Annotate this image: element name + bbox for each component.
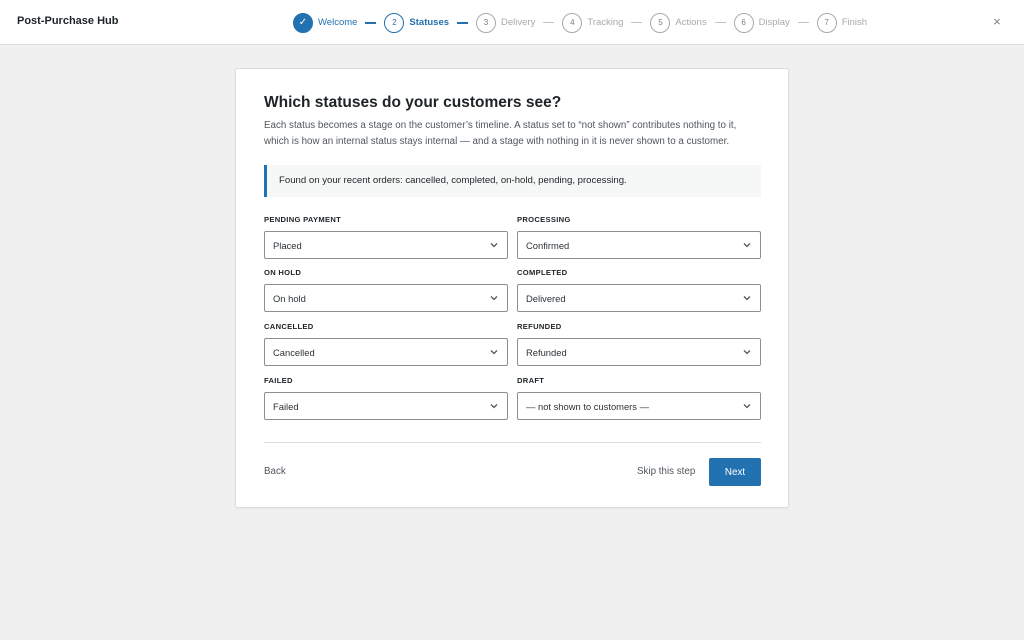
step-delivery[interactable]: 3 Delivery [476, 12, 536, 33]
step-number: 6 [733, 12, 754, 33]
field-pending-payment: PENDING PAYMENT Placed [264, 215, 508, 259]
chevron-down-icon [743, 296, 751, 301]
step-actions[interactable]: 5 Actions [650, 12, 707, 33]
step-label: Display [758, 17, 790, 28]
chevron-down-icon [743, 243, 751, 248]
pending-payment-select[interactable]: Placed [264, 231, 508, 259]
select-value: Failed [273, 401, 299, 412]
draft-select[interactable]: — not shown to customers — [517, 392, 761, 420]
step-label: Actions [675, 17, 707, 28]
field-label: FAILED [264, 376, 293, 385]
step-tracking[interactable]: 4 Tracking [562, 12, 624, 33]
step-label: Welcome [318, 17, 358, 28]
select-value: — not shown to customers — [526, 401, 649, 412]
step-connector [797, 22, 809, 23]
step-number: 2 [384, 12, 405, 33]
divider [264, 442, 761, 443]
step-connector [631, 22, 643, 23]
field-label: ON HOLD [264, 268, 302, 277]
select-value: Delivered [526, 293, 566, 304]
field-label: DRAFT [517, 376, 545, 385]
field-completed: COMPLETED Delivered [517, 268, 761, 312]
step-label: Statuses [409, 17, 450, 28]
field-label: REFUNDED [517, 322, 562, 331]
field-label: COMPLETED [517, 268, 568, 277]
step-number: 5 [650, 12, 671, 33]
chevron-down-icon [743, 404, 751, 409]
checkmark-icon: ✓ [293, 12, 313, 33]
step-label: Tracking [587, 17, 624, 28]
step-statuses[interactable]: 2 Statuses [384, 12, 450, 33]
chevron-down-icon [490, 296, 498, 301]
failed-select[interactable]: Failed [264, 392, 508, 420]
field-draft: DRAFT — not shown to customers — [517, 376, 761, 420]
step-number: 4 [562, 12, 583, 33]
step-display[interactable]: 6 Display [733, 12, 790, 33]
field-label: PROCESSING [517, 215, 571, 224]
found-statuses-notice: Found on your recent orders: cancelled, … [264, 165, 761, 197]
chevron-down-icon [490, 404, 498, 409]
select-value: Cancelled [273, 347, 315, 358]
skip-step-link[interactable]: Skip this step [637, 466, 695, 477]
chevron-down-icon [743, 350, 751, 355]
select-value: Confirmed [526, 240, 570, 251]
app-title: Post-Purchase Hub [17, 15, 119, 27]
chevron-down-icon [490, 243, 498, 248]
cancelled-select[interactable]: Cancelled [264, 338, 508, 366]
step-number: 3 [476, 12, 497, 33]
wizard-stepper: ✓ Welcome 2 Statuses 3 Delivery 4 Tracki… [293, 12, 867, 33]
field-processing: PROCESSING Confirmed [517, 215, 761, 259]
field-failed: FAILED Failed [264, 376, 508, 420]
on-hold-select[interactable]: On hold [264, 284, 508, 312]
page-description: Each status becomes a stage on the custo… [264, 120, 737, 147]
field-label: PENDING PAYMENT [264, 215, 342, 224]
step-number: 7 [816, 12, 837, 33]
step-label: Finish [841, 17, 868, 28]
field-refunded: REFUNDED Refunded [517, 322, 761, 366]
back-link[interactable]: Back [264, 466, 286, 477]
page-title: Which statuses do your customers see? [264, 94, 562, 111]
select-value: On hold [273, 293, 306, 304]
step-welcome[interactable]: ✓ Welcome [293, 12, 358, 33]
processing-select[interactable]: Confirmed [517, 231, 761, 259]
field-on-hold: ON HOLD On hold [264, 268, 508, 312]
field-label: CANCELLED [264, 322, 314, 331]
step-connector [457, 21, 469, 24]
field-cancelled: CANCELLED Cancelled [264, 322, 508, 366]
refunded-select[interactable]: Refunded [517, 338, 761, 366]
select-value: Placed [273, 240, 302, 251]
close-icon[interactable]: × [990, 14, 1004, 30]
statuses-card: Which statuses do your customers see? Ea… [235, 68, 789, 508]
top-bar: Post-Purchase Hub ✓ Welcome 2 Statuses 3… [0, 0, 1024, 45]
step-connector [714, 22, 726, 23]
next-button[interactable]: Next [709, 458, 761, 486]
step-finish[interactable]: 7 Finish [816, 12, 868, 33]
step-connector [365, 21, 377, 24]
step-connector [543, 22, 555, 23]
completed-select[interactable]: Delivered [517, 284, 761, 312]
step-label: Delivery [501, 17, 536, 28]
select-value: Refunded [526, 347, 567, 358]
chevron-down-icon [490, 350, 498, 355]
